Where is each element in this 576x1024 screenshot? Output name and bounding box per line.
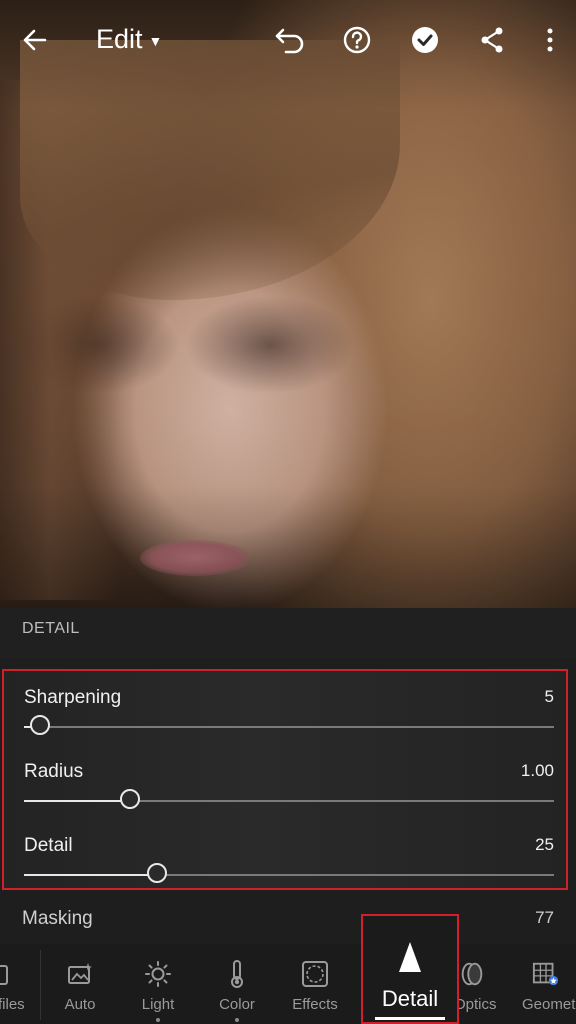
tab-indicator-dot [156,1018,160,1022]
more-vertical-icon[interactable] [532,22,568,58]
slider-knob[interactable] [120,789,140,809]
sun-icon [144,960,172,988]
tab-geometry[interactable]: Geomet [516,944,576,1024]
edit-title: Edit [96,24,143,54]
active-tab-underline [375,1017,445,1020]
photo-preview [0,0,576,608]
tab-label: Light [141,996,175,1013]
tab-label: Auto [64,996,96,1013]
help-icon[interactable] [339,22,375,58]
slider-label: Radius [24,761,84,782]
tab-color[interactable]: Color [205,944,269,1024]
radius-slider[interactable]: Radius 1.00 [24,761,554,831]
slider-value: 5 [544,687,554,706]
tab-indicator-dot [235,1018,239,1022]
slider-track[interactable] [24,726,554,728]
tab-detail[interactable]: Detail [361,914,459,1024]
vignette-icon [301,960,329,988]
photo-shade [0,0,576,608]
slider-value: 1.00 [520,761,554,780]
undo-icon[interactable] [272,22,308,58]
edit-mode-dropdown[interactable]: Edit ▼ [96,24,162,55]
tab-label: Optics [454,996,497,1013]
tab-effects[interactable]: Effects [283,944,347,1024]
section-title: DETAIL [22,620,80,637]
slider-label: Detail [24,835,73,856]
slider-fill [24,874,157,876]
share-icon[interactable] [474,22,510,58]
thermometer-icon [223,960,251,988]
slider-knob[interactable] [146,863,167,883]
auto-icon [66,960,94,988]
tab-label: Effects [292,996,338,1013]
tab-label: files [0,996,25,1013]
top-toolbar: Edit ▼ [0,0,576,80]
detail-slider[interactable]: Detail 25 [24,835,554,905]
bottom-tab-bar: files Auto Light Color Effects Optics Ge… [0,944,576,1024]
tab-profiles[interactable]: files [0,944,40,1024]
tab-auto[interactable]: Auto [48,944,112,1024]
slider-value: 25 [535,835,554,854]
chevron-down-icon: ▼ [148,32,163,49]
slider-fill [24,800,130,802]
panel-header-bg [0,608,576,658]
tab-divider [40,950,41,1020]
detail-triangle-icon [397,940,423,979]
slider-label: Sharpening [24,687,122,708]
tab-label: Detail [381,986,439,1011]
slider-knob[interactable] [29,715,50,735]
tab-light[interactable]: Light [126,944,190,1024]
profiles-icon [0,960,14,988]
tab-label: Geomet [522,996,576,1013]
back-arrow-icon[interactable] [16,22,52,58]
geometry-grid-icon [532,960,560,988]
masking-value: 77 [535,908,554,927]
masking-label: Masking [22,908,93,929]
masking-row[interactable]: Masking 77 [22,906,554,936]
tab-label: Color [219,996,255,1013]
detail-sliders-panel: Sharpening 5 Radius 1.00 Detail 25 [2,669,568,890]
sharpening-slider[interactable]: Sharpening 5 [24,687,554,757]
done-check-icon[interactable] [407,22,443,58]
lens-icon [458,960,486,988]
